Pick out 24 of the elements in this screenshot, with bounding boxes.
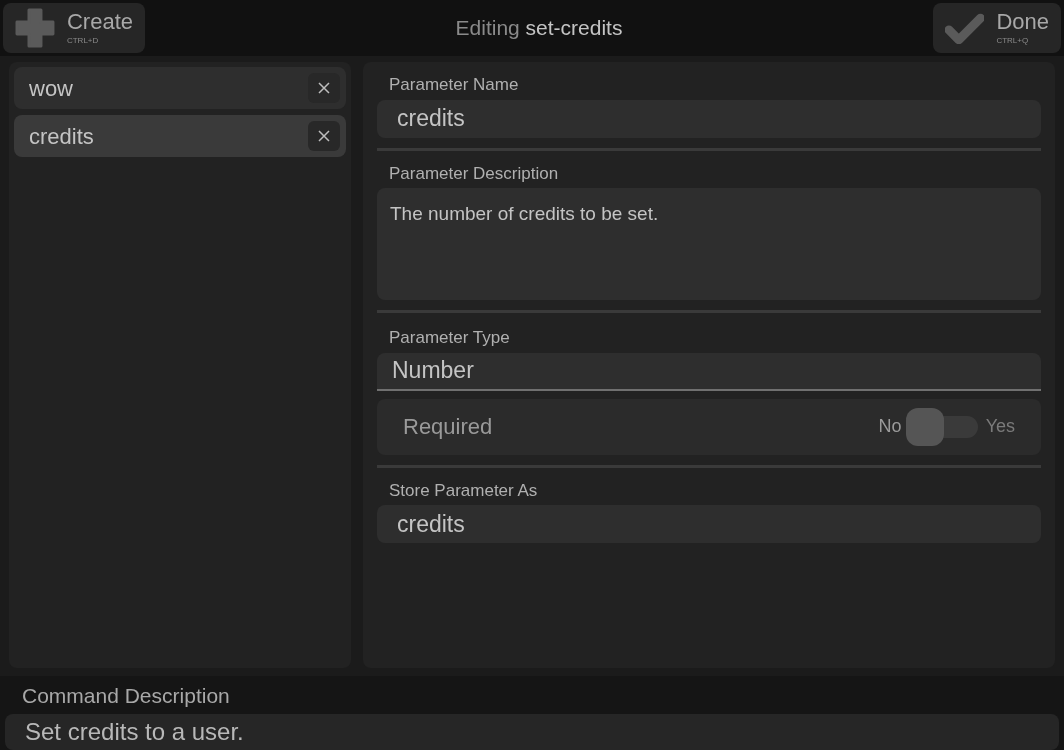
field-label: Parameter Name — [388, 74, 520, 96]
parameter-name: credits — [29, 122, 94, 151]
parameter-list-item[interactable]: wow — [14, 67, 346, 109]
editor-title: Editing set-credits — [455, 15, 623, 42]
field-label: Parameter Type — [388, 327, 511, 349]
close-icon[interactable] — [308, 73, 340, 103]
field-label: Store Parameter As — [388, 479, 539, 502]
field-label: Parameter Description — [388, 162, 560, 185]
input-field[interactable]: Set credits to a user. — [5, 713, 1059, 750]
create-button[interactable]: Create CTRL+D — [3, 3, 145, 53]
parameter-list-item[interactable]: credits — [14, 115, 346, 157]
toggle-option: Yes — [985, 413, 1015, 440]
parameter-name: wow — [29, 74, 73, 103]
toggle-option: No — [878, 413, 902, 440]
field-label: Command Description — [21, 683, 231, 709]
plus-icon — [15, 8, 55, 48]
done-button[interactable]: Done CTRL+Q — [933, 3, 1061, 53]
text-area[interactable]: The number of credits to be set. — [377, 188, 1041, 300]
close-icon[interactable] — [308, 121, 340, 151]
toggle-label: Required — [403, 413, 493, 441]
checkmark-icon — [945, 12, 985, 44]
dropdown-field[interactable]: Number — [377, 352, 1041, 391]
input-field[interactable]: credits — [377, 505, 1041, 543]
input-field[interactable]: credits — [377, 99, 1041, 138]
